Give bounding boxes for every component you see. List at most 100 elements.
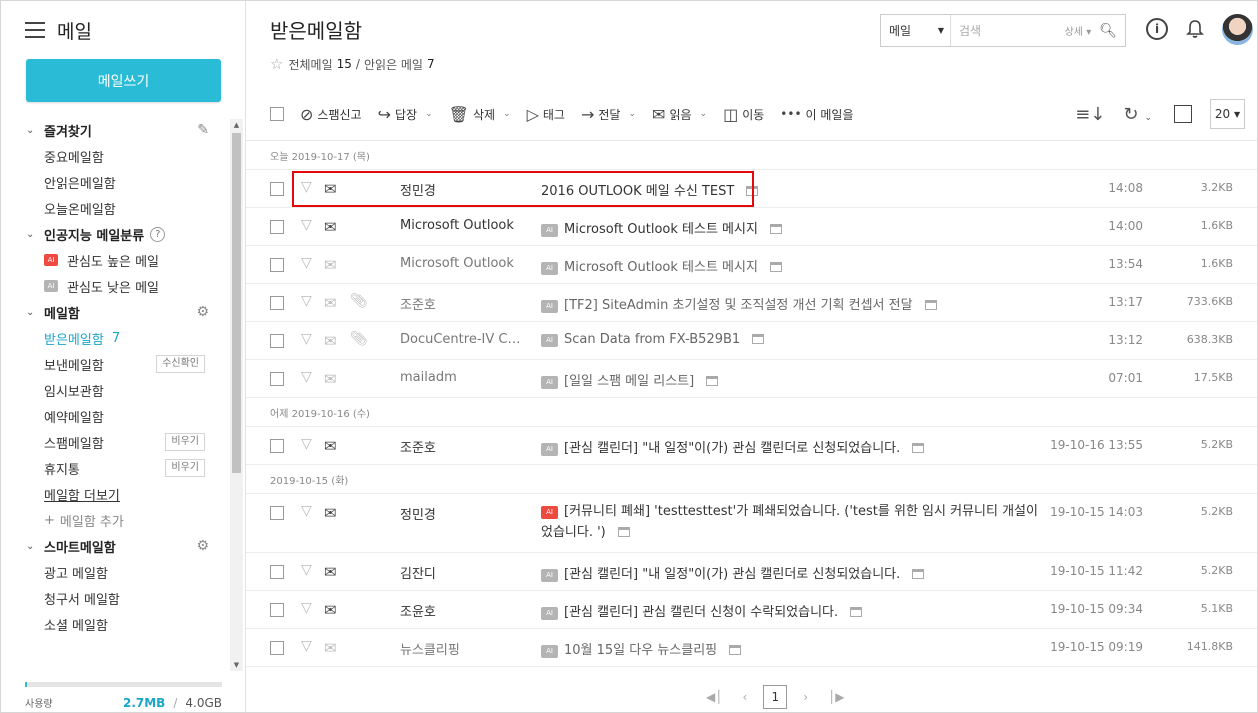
popup-window-icon[interactable] — [769, 224, 782, 234]
row-checkbox[interactable] — [270, 182, 284, 196]
flag-icon[interactable]: ▽ — [301, 638, 312, 654]
help-icon[interactable]: ? — [150, 226, 166, 242]
open-envelope-icon[interactable]: ✉ — [324, 294, 337, 312]
flag-icon[interactable]: ▽ — [301, 293, 312, 309]
section-favorites[interactable]: ⌄ 즐겨찾기 ✎ — [1, 117, 229, 143]
prev-page-icon[interactable]: ‹ — [742, 690, 747, 704]
sidebar-scrollbar[interactable]: ▲ ▼ — [230, 119, 243, 671]
envelope-icon[interactable]: ✉ — [324, 601, 337, 619]
compose-button[interactable]: 메일쓰기 — [26, 59, 221, 102]
sidebar-item-today[interactable]: 오늘온메일함 — [1, 195, 229, 221]
delete-button[interactable]: 🗑︎ 삭제 ⌄ — [449, 105, 511, 124]
popup-window-icon[interactable] — [924, 300, 937, 310]
mail-row[interactable]: ▽ ✉ 조준호 AI [관심 캘린더] "내 일정"이(가) 관심 캘린더로 신청되었습… — [246, 427, 1257, 465]
sender[interactable]: 조윤호 — [400, 601, 520, 620]
scroll-down-icon[interactable]: ▼ — [230, 659, 243, 671]
sender[interactable]: 뉴스클리핑 — [400, 639, 520, 658]
popup-window-icon[interactable] — [850, 607, 863, 617]
select-all-checkbox[interactable] — [270, 107, 284, 121]
add-mailbox-button[interactable]: + 메일함 추가 — [1, 507, 229, 533]
next-page-icon[interactable]: › — [803, 690, 808, 704]
flag-icon[interactable]: ▽ — [301, 331, 312, 347]
section-smart[interactable]: ⌄ 스마트메일함 ⚙ — [1, 533, 229, 559]
row-checkbox[interactable] — [270, 506, 284, 520]
subject-cell[interactable]: AI Microsoft Outlook 테스트 메시지 — [541, 256, 1041, 275]
sidebar-item-scheduled[interactable]: 예약메일함 — [1, 403, 229, 429]
tag-button[interactable]: ▷ 태그 — [527, 105, 565, 124]
popup-window-icon[interactable] — [912, 569, 925, 579]
sender[interactable]: 정민경 — [400, 504, 520, 523]
envelope-icon[interactable]: ✉ — [324, 180, 337, 198]
subject-cell[interactable]: AI [일일 스팸 메일 리스트] — [541, 370, 1041, 389]
flag-icon[interactable]: ▽ — [301, 436, 312, 452]
open-envelope-icon[interactable]: ✉ — [324, 639, 337, 657]
mail-row[interactable]: ▽ ✉ 📎︎ 조준호 AI [TF2] SiteAdmin 초기설정 및 조직설정 개선 … — [246, 284, 1257, 322]
envelope-icon[interactable]: ✉ — [324, 437, 337, 455]
search-input[interactable]: 검색 — [951, 22, 1065, 39]
first-page-icon[interactable]: ◀│ — [706, 690, 722, 704]
subject-cell[interactable]: AI [관심 캘린더] "내 일정"이(가) 관심 캘린더로 신청되었습니다. — [541, 563, 1041, 582]
envelope-icon[interactable]: ✉ — [324, 563, 337, 581]
popup-window-icon[interactable] — [769, 262, 782, 272]
envelope-icon[interactable]: ✉ — [324, 504, 337, 522]
subject-cell[interactable]: AI Microsoft Outlook 테스트 메시지 — [541, 218, 1041, 237]
search-detail-button[interactable]: 상세 ▾ — [1065, 23, 1092, 38]
sort-icon[interactable]: ≡↓ — [1075, 104, 1105, 125]
flag-icon[interactable]: ▽ — [301, 255, 312, 271]
sidebar-item-important[interactable]: 중요메일함 — [1, 143, 229, 169]
sidebar-item-more[interactable]: 메일함 더보기 — [1, 481, 229, 507]
sidebar-item-spam[interactable]: 스팸메일함 비우기 — [1, 429, 229, 455]
mail-row[interactable]: ▽ ✉ 뉴스클리핑 AI 10월 15일 다우 뉴스클리핑 19-10-15 09:19 1… — [246, 629, 1257, 667]
subject-cell[interactable]: AI 10월 15일 다우 뉴스클리핑 — [541, 639, 1041, 658]
sender[interactable]: 김잔디 — [400, 563, 520, 582]
search-icon[interactable]: 🔍︎ — [1099, 23, 1117, 39]
refresh-icon[interactable]: ↻ ⌄ — [1123, 104, 1152, 125]
row-checkbox[interactable] — [270, 641, 284, 655]
edit-icon[interactable]: ✎ — [197, 122, 209, 138]
row-checkbox[interactable] — [270, 372, 284, 386]
mail-row[interactable]: ▽ ✉ 정민경 2016 OUTLOOK 메일 수신 TEST 14:08 3.2KB — [246, 170, 1257, 208]
scroll-up-icon[interactable]: ▲ — [230, 119, 243, 131]
mail-row[interactable]: ▽ ✉ 조윤호 AI [관심 캘린더] 관심 캘린더 신청이 수락되었습니다. 19-10… — [246, 591, 1257, 629]
subject-cell[interactable]: AI Scan Data from FX-B529B1 — [541, 332, 1041, 347]
sidebar-item-trash[interactable]: 휴지통 비우기 — [1, 455, 229, 481]
popup-window-icon[interactable] — [912, 443, 925, 453]
row-checkbox[interactable] — [270, 565, 284, 579]
sidebar-item-bills[interactable]: 청구서 메일함 — [1, 585, 229, 611]
sender[interactable]: Microsoft Outlook — [400, 256, 520, 271]
sidebar-item-inbox[interactable]: 받은메일함 7 — [1, 325, 229, 351]
mail-row[interactable]: ▽ ✉ Microsoft Outlook AI Microsoft Outlook 테… — [246, 208, 1257, 246]
empty-spam-button[interactable]: 비우기 — [165, 433, 205, 451]
open-envelope-icon[interactable]: ✉ — [324, 370, 337, 388]
info-icon[interactable]: i — [1146, 18, 1168, 40]
sidebar-item-ai-high[interactable]: AI 관심도 높은 메일 — [1, 247, 229, 273]
sidebar-item-ads[interactable]: 광고 메일함 — [1, 559, 229, 585]
section-mailbox[interactable]: ⌄ 메일함 ⚙ — [1, 299, 229, 325]
mail-row[interactable]: ▽ ✉ mailadm AI [일일 스팸 메일 리스트] 07:01 17.5KB — [246, 360, 1257, 398]
popup-window-icon[interactable] — [617, 527, 630, 537]
flag-icon[interactable]: ▽ — [301, 217, 312, 233]
subject-cell[interactable]: 2016 OUTLOOK 메일 수신 TEST — [541, 180, 1041, 199]
reply-button[interactable]: ↪ 답장 ⌄ — [378, 105, 433, 124]
empty-trash-button[interactable]: 비우기 — [165, 459, 205, 477]
flag-icon[interactable]: ▽ — [301, 600, 312, 616]
sender[interactable]: 조준호 — [400, 437, 520, 456]
subject-cell[interactable]: AI [TF2] SiteAdmin 초기설정 및 조직설정 개선 기획 컨셉서 … — [541, 294, 1041, 313]
row-checkbox[interactable] — [270, 603, 284, 617]
row-checkbox[interactable] — [270, 439, 284, 453]
page-current[interactable]: 1 — [763, 685, 788, 709]
sidebar-item-ai-low[interactable]: AI 관심도 낮은 메일 — [1, 273, 229, 299]
popup-window-icon[interactable] — [752, 334, 765, 344]
mail-row[interactable]: ▽ ✉ 김잔디 AI [관심 캘린더] "내 일정"이(가) 관심 캘린더로 신청되었습… — [246, 553, 1257, 591]
row-checkbox[interactable] — [270, 334, 284, 348]
mail-row[interactable]: ▽ ✉ 📎︎ DocuCentre-IV C… AI Scan Data from FX-… — [246, 322, 1257, 360]
avatar[interactable] — [1222, 14, 1253, 45]
row-checkbox[interactable] — [270, 220, 284, 234]
row-checkbox[interactable] — [270, 258, 284, 272]
more-actions-button[interactable]: ••• 이 메일을 — [780, 106, 853, 123]
sender[interactable]: 조준호 — [400, 294, 520, 313]
forward-button[interactable]: → 전달 ⌄ — [581, 105, 636, 124]
popup-window-icon[interactable] — [746, 186, 759, 196]
menu-icon[interactable] — [25, 22, 45, 38]
last-page-icon[interactable]: │▶ — [828, 690, 844, 704]
